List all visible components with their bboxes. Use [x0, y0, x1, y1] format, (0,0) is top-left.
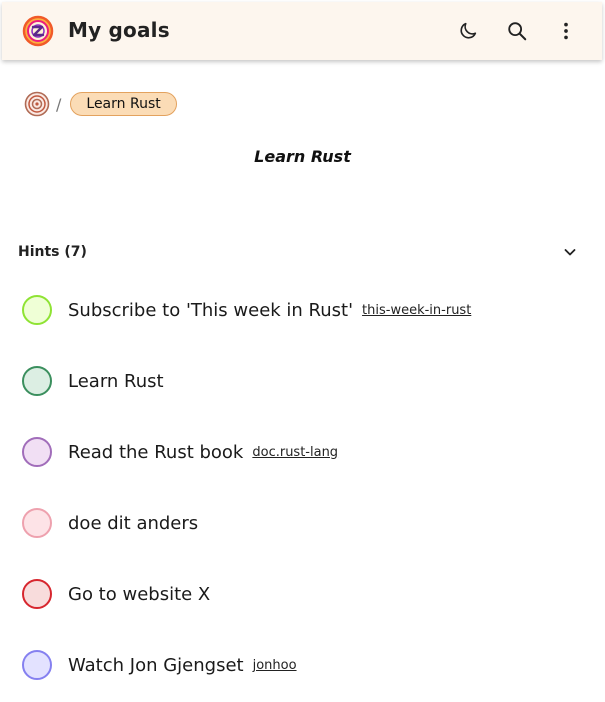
goal-title: Learn Rust	[254, 147, 351, 166]
hint-item: Watch Jon Gjengset jonhoo	[22, 649, 297, 681]
app-title: My goals	[68, 18, 170, 42]
hint-goal-circle[interactable]	[22, 295, 52, 325]
hint-goal-circle[interactable]	[22, 437, 52, 467]
search-icon	[508, 22, 527, 41]
hint-title[interactable]: Go to website X	[68, 584, 210, 605]
hint-item: Read the Rust book doc.rust-lang	[22, 436, 338, 468]
hint-goal-circle[interactable]	[22, 366, 52, 396]
hint-goal-circle[interactable]	[22, 579, 52, 609]
hint-item: Subscribe to 'This week in Rust' this-we…	[22, 294, 471, 326]
hint-link[interactable]: doc.rust-lang	[252, 445, 338, 460]
breadcrumb-separator: /	[56, 94, 62, 114]
search-button[interactable]	[504, 18, 530, 44]
hint-item: Go to website X	[22, 578, 210, 610]
more-options-button[interactable]	[553, 18, 579, 44]
breadcrumb-current-goal[interactable]: Learn Rust	[70, 92, 177, 116]
hint-title[interactable]: Learn Rust	[68, 371, 164, 392]
target-icon[interactable]	[24, 91, 50, 117]
hint-item: Learn Rust	[22, 365, 164, 397]
hint-item: doe dit anders	[22, 507, 198, 539]
hint-title[interactable]: doe dit anders	[68, 513, 198, 534]
hint-goal-circle[interactable]	[22, 650, 52, 680]
hint-title[interactable]: Read the Rust book	[68, 442, 243, 463]
hints-label: Hints (7)	[18, 244, 87, 260]
hint-goal-circle[interactable]	[22, 508, 52, 538]
dark-mode-toggle-button[interactable]	[455, 18, 481, 44]
breadcrumb: / Learn Rust	[24, 90, 177, 118]
hint-title[interactable]: Subscribe to 'This week in Rust'	[68, 300, 353, 321]
hint-link[interactable]: jonhoo	[253, 658, 297, 673]
hint-title[interactable]: Watch Jon Gjengset	[68, 655, 244, 676]
chevron-down-icon	[564, 249, 576, 256]
moon-icon	[460, 22, 477, 39]
more-vertical-icon	[564, 22, 568, 40]
hint-link[interactable]: this-week-in-rust	[362, 303, 471, 318]
app-header: My goals	[2, 2, 602, 60]
hints-toggle[interactable]: Hints (7)	[18, 242, 578, 262]
zinzen-logo-icon[interactable]	[22, 15, 54, 47]
